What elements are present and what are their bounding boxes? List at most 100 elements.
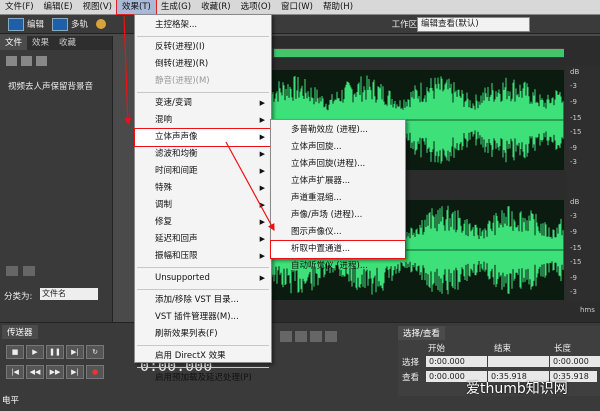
menu-6[interactable]: 选项(O) [236,0,276,14]
selection-length-field[interactable]: 0:00.000 [550,356,600,367]
menu-8[interactable]: 帮助(H) [318,0,358,14]
level-meter-tab[interactable]: 电平 [2,394,19,406]
effects-menu-item[interactable]: Unsupported ▶ [135,270,271,287]
pause-button[interactable]: ❚❚ [46,345,64,359]
zoom-scrollbar-thumb[interactable] [274,49,564,57]
play-to-end-button[interactable]: ▶| [66,345,84,359]
effects-menu-item-label: 添加/移除 VST 目录... [155,295,239,305]
fast-forward-button[interactable]: ▶▶ [46,365,64,379]
db-label: -15 [570,258,582,266]
db-label: dB [570,68,580,76]
play-button[interactable]: ▶ [26,345,44,359]
menu-2[interactable]: 视图(V) [78,0,117,14]
zoom-selection-icon[interactable] [325,331,337,342]
effects-menu-item[interactable]: 主控格架... [135,17,271,34]
effects-menu-item[interactable]: 调制 ▶ [135,197,271,214]
effects-menu-item-label: 刷新效果列表(F) [155,329,218,339]
multitrack-icon [52,17,68,31]
waveform-icon [8,17,24,31]
effects-menu-item[interactable]: VST 插件管理器(M)... [135,309,271,326]
effects-menu-item[interactable]: 立体声声像 ▶ [134,128,272,147]
stereo-submenu-item-label: 声像/声场 (进程)... [291,210,363,220]
stereo-submenu-item-label: 声道重混缩... [291,193,342,203]
stereo-submenu-item[interactable]: 立体声回旋... [271,139,405,156]
stereo-submenu-item[interactable]: 立体声回旋(进程)... [271,156,405,173]
loop-play-button[interactable]: ↻ [86,345,104,359]
effects-menu-item[interactable]: 修复 ▶ [135,214,271,231]
edit-view-button[interactable]: 编辑 [8,17,44,31]
record-button[interactable]: ● [86,365,104,379]
cd-icon[interactable] [96,17,106,31]
selection-start-field[interactable]: 0:00.000 [426,356,487,367]
submenu-arrow-icon: ▶ [259,252,265,260]
menu-0[interactable]: 文件(F) [0,0,39,14]
submenu-arrow-icon: ▶ [259,99,265,107]
transport-tab[interactable]: 传送器 [2,325,38,339]
zoom-scrollbar[interactable] [272,48,564,58]
rewind-button[interactable]: ◀◀ [26,365,44,379]
stereo-submenu-item-label: 立体声回旋(进程)... [291,159,366,169]
menu-1[interactable]: 编辑(E) [39,0,78,14]
effects-menu-item-label: 滤波和均衡 [155,149,198,159]
stereo-submenu-item-label: 立体声扩展器... [291,176,351,186]
effects-menu-item-label: 变速/变调 [155,98,192,108]
effects-menu-item[interactable]: 延迟和回声 ▶ [135,231,271,248]
db-label: -9 [570,98,577,106]
selection-view-tab[interactable]: 选择/查看 [398,326,445,340]
menu-4[interactable]: 生成(G) [156,0,196,14]
effects-menu-item[interactable]: 变速/变调 ▶ [135,95,271,112]
effects-menu-item[interactable]: 振幅和压限 ▶ [135,248,271,265]
db-label: -15 [570,128,582,136]
effects-menu-item[interactable]: 启用预加载及延迟处理(P) [135,370,271,387]
go-end-button[interactable]: ▶| [66,365,84,379]
effects-menu-item[interactable]: 倒转(进程)(R) [135,56,271,73]
menu-7[interactable]: 窗口(W) [276,0,318,14]
sort-select[interactable]: 文件名 [40,288,98,300]
menu-5[interactable]: 收藏(R) [196,0,236,14]
zoom-out-icon[interactable] [295,331,307,342]
file-panel-toolbar [6,56,47,66]
go-start-button[interactable]: |◀ [6,365,24,379]
effects-menu-item: 静音(进程)(M) [135,73,271,90]
file-panel: 文件 效果 收藏 视频去人声保留背景音 分类为: 文件名 [0,36,113,322]
import-icon[interactable] [21,56,32,66]
open-file-icon[interactable] [6,56,17,66]
effects-menu-item[interactable]: 添加/移除 VST 目录... [135,292,271,309]
menu-3[interactable]: 效果(T) [116,0,157,15]
effects-menu-item-label: 混响 [155,115,173,125]
tab-effects[interactable]: 效果 [27,36,54,50]
header-end: 结束 [494,344,512,354]
effects-menu-item-label: 静音(进程)(M) [155,76,210,86]
stereo-submenu-item[interactable]: 自动听觉仪 (进程)... [271,258,405,275]
effects-menu-item-label: 主控格架... [155,20,198,30]
tab-files[interactable]: 文件 [0,36,28,50]
workspace-label: 工作区: [391,20,420,30]
stop-button[interactable]: ■ [6,345,24,359]
zoom-in-icon[interactable] [280,331,292,342]
effects-menu-item[interactable]: 混响 ▶ [135,112,271,129]
effects-menu-item-label: 时间和间距 [155,166,198,176]
loop-icon[interactable] [23,266,35,276]
workspace-select[interactable]: 编辑查看(默认) [417,17,530,32]
effects-menu-item[interactable]: 反转(进程)(I) [135,39,271,56]
stereo-submenu-item[interactable]: 立体声扩展器... [271,173,405,190]
zoom-full-icon[interactable] [310,331,322,342]
multitrack-view-button[interactable]: 多轨 [52,17,88,31]
sort-label: 分类为: [4,292,33,302]
effects-menu-item[interactable]: 启用 DirectX 效果 [135,348,271,365]
stereo-submenu-item[interactable]: 多普勒效应 (进程)... [271,122,405,139]
effects-menu-item[interactable]: 刷新效果列表(F) [135,326,271,343]
stereo-submenu-item[interactable]: 声道重混缩... [271,190,405,207]
stereo-submenu-item[interactable]: 声像/声场 (进程)... [271,207,405,224]
tab-favorites[interactable]: 收藏 [54,36,81,50]
effects-menu-item[interactable]: 特殊 ▶ [135,180,271,197]
file-list-item[interactable]: 视频去人声保留背景音 [8,80,93,92]
selection-end-field[interactable] [488,356,549,367]
speaker-icon[interactable] [6,266,18,276]
stereo-submenu-item[interactable]: 图示声像仪... [271,224,405,241]
close-file-icon[interactable] [36,56,47,66]
zoom-controls [280,331,337,342]
effects-menu-item[interactable]: 滤波和均衡 ▶ [135,146,271,163]
effects-menu-item[interactable]: 时间和间距 ▶ [135,163,271,180]
stereo-submenu-item[interactable]: 析取中置通道... [270,240,406,259]
